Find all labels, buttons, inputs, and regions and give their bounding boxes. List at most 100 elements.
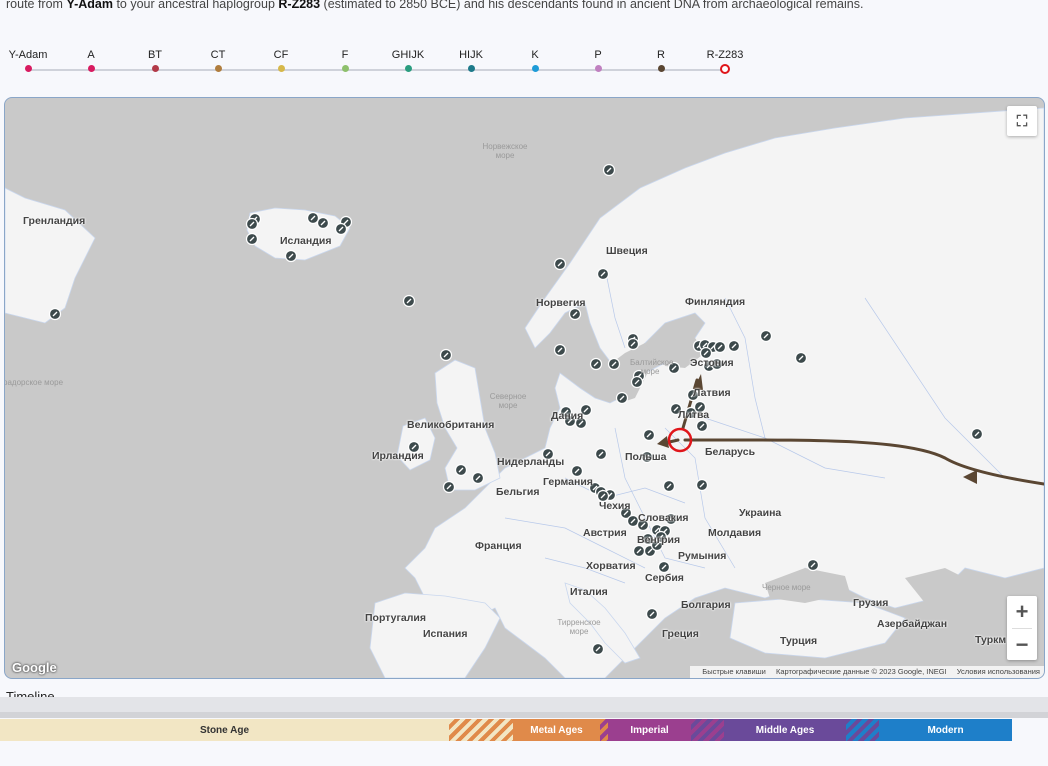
haplogroup-dot [531,65,539,72]
age-middle[interactable]: Middle Ages [724,719,846,741]
label-ireland: Ирландия [372,450,424,462]
haplogroup-dot [24,65,32,72]
haplogroup-bt[interactable]: BT [125,47,185,72]
age-transition-metal [449,719,513,741]
haplogroup-dot [87,65,95,72]
haplogroup-a[interactable]: A [61,47,121,72]
basemap [5,107,1044,678]
haplogroup-label: Y-Adam [8,49,48,61]
age-modern[interactable]: Modern [879,719,1012,741]
age-imperial[interactable]: Imperial [608,719,691,741]
age-transition-middle [691,719,724,741]
zoom-controls: + − [1007,596,1037,660]
haplogroup-dot [467,65,475,72]
haplogroup-hijk[interactable]: HIJK [441,47,501,72]
label-czech: Чехия [599,500,631,512]
label-north-sea: Северное море [489,392,527,410]
label-finland: Финляндия [685,296,746,308]
haplogroup-label: GHIJK [391,49,425,61]
age-transition-imperial [600,719,608,741]
label-romania: Румыния [678,550,727,562]
label-hungary: Венгрия [637,534,681,546]
label-belgium: Бельгия [496,486,540,498]
label-bulgaria: Болгария [681,599,731,611]
label-poland: Польша [625,451,667,463]
haplogroup-label: CF [273,49,289,61]
label-serbia: Сербия [645,572,684,584]
map-attribution: Быстрые клавиши Картографические данные … [690,666,1044,678]
map-data-text: Картографические данные © 2023 Google, I… [775,667,947,676]
label-labrador-sea: радорское море [4,378,64,387]
label-denmark: Дания [551,410,584,422]
label-ukraine: Украина [739,507,782,519]
label-tyrrhenian-sea: Тирренское море [557,618,601,636]
ancient-dna-map[interactable]: Гренландия Исландия Швеция Норвегия Финл… [4,97,1045,679]
fullscreen-button[interactable]: ⛶ [1007,106,1037,136]
haplogroup-y-adam[interactable]: Y-Adam [0,47,58,72]
route-description: route from Y-Adam to your ancestral hapl… [6,0,1046,12]
label-baltic-sea: Балтийское море [630,358,674,376]
haplogroup-label: R [657,49,665,61]
haplogroup-label: BT [147,49,163,61]
label-spain: Испания [423,628,468,640]
plus-icon: + [1015,599,1029,624]
label-latvia: Латвия [693,387,731,399]
fullscreen-icon: ⛶ [1016,112,1028,130]
label-netherlands: Нидерланды [497,456,565,468]
label-greece: Греция [662,628,699,640]
haplogroup-label: R-Z283 [706,49,744,61]
label-norwegian-sea: Норвежское море [482,142,528,160]
haplogroup-dot [341,65,349,72]
haplogroup-dot [404,65,412,72]
google-logo: Google [12,660,57,675]
haplogroup-dot [594,65,602,72]
ages-bar: Stone Age Metal Ages Imperial Middle Age… [0,719,1012,741]
label-portugal: Португалия [365,612,426,624]
label-france: Франция [475,540,522,552]
haplogroup-label: P [594,49,602,61]
label-germany: Германия [543,476,593,488]
haplogroup-cf[interactable]: CF [251,47,311,72]
timeline-heading: Timeline [6,690,55,697]
target-haplogroup: R-Z283 [278,0,321,11]
haplogroup-label: HIJK [459,49,483,61]
zoom-out-button[interactable]: − [1007,629,1037,661]
terms-link[interactable]: Условия использования [957,667,1040,676]
origin-haplogroup: Y-Adam [66,0,113,11]
minus-icon: − [1015,632,1029,657]
label-croatia: Хорватия [586,560,636,572]
label-moldova: Молдавия [708,527,762,539]
haplogroup-f[interactable]: F [315,47,375,72]
label-black-sea: Черное море [762,583,811,592]
label-austria: Австрия [583,527,627,539]
haplogroup-ghijk[interactable]: GHIJK [378,47,438,72]
label-iceland: Исландия [280,235,332,247]
haplogroup-r-z283[interactable]: R-Z283 [695,47,755,74]
label-azerbaijan: Азербайджан [877,618,948,630]
label-greenland: Гренландия [23,215,86,227]
label-turkmenistan: Туркм [975,634,1007,646]
haplogroup-r[interactable]: R [631,47,691,72]
age-transition-modern [846,719,879,741]
label-norway: Норвегия [536,297,586,309]
age-stone[interactable]: Stone Age [0,719,449,741]
haplogroup-p[interactable]: P [568,47,628,72]
haplogroup-k[interactable]: K [505,47,565,72]
haplogroup-label: A [87,49,95,61]
haplogroup-label: F [341,49,349,61]
zoom-in-button[interactable]: + [1007,596,1037,628]
label-uk: Великобритания [407,419,495,431]
label-sweden: Швеция [606,245,648,257]
scroll-band-shadow [0,712,1048,718]
label-lithuania: Литва [678,409,710,421]
haplogroup-dot [214,65,222,72]
haplogroup-ct[interactable]: CT [188,47,248,72]
age-metal[interactable]: Metal Ages [513,719,600,741]
haplogroup-label: K [531,49,539,61]
label-belarus: Беларусь [705,446,756,458]
label-estonia: Эстония [690,357,734,369]
haplogroup-label: CT [210,49,226,61]
haplogroup-dot [657,65,665,72]
keyboard-shortcuts-link[interactable]: Быстрые клавиши [702,667,766,676]
haplogroup-dot [151,65,159,72]
